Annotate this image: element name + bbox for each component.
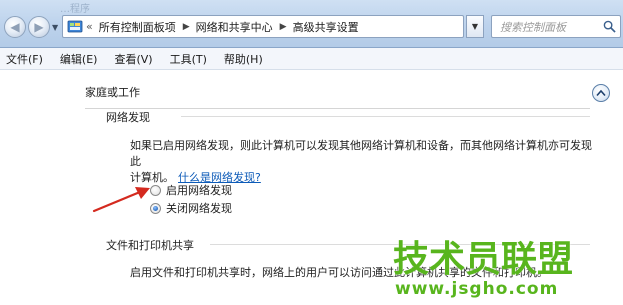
collapse-section-button[interactable]: [592, 84, 610, 102]
menu-tools[interactable]: 工具(T): [170, 51, 207, 67]
radio-label: 启用网络发现: [166, 184, 232, 197]
back-button[interactable]: ◀: [4, 16, 26, 38]
address-overflow-chevron[interactable]: «: [86, 20, 93, 33]
menu-bar: 文件(F) 编辑(E) 查看(V) 工具(T) 帮助(H): [0, 48, 623, 70]
watermark-url: www.jsgho.com: [395, 279, 559, 299]
menu-view[interactable]: 查看(V): [114, 51, 152, 67]
search-placeholder: 搜索控制面板: [500, 20, 566, 34]
search-input[interactable]: 搜索控制面板: [491, 15, 621, 38]
radio-enable-network-discovery[interactable]: 启用网络发现: [150, 182, 232, 198]
description-line: 如果已启用网络发现，则此计算机可以发现其他网络计算机和设备，而其他网络计算机亦可…: [130, 139, 592, 168]
forward-button[interactable]: ▶: [28, 16, 50, 38]
radio-label: 关闭网络发现: [166, 202, 232, 215]
menu-help[interactable]: 帮助(H): [224, 51, 263, 67]
section-divider: [85, 108, 590, 109]
menu-file[interactable]: 文件(F): [6, 51, 43, 67]
window-title: …程序: [60, 4, 90, 15]
address-bar[interactable]: « 所有控制面板项 ▶ 网络和共享中心 ▶ 高级共享设置: [62, 15, 464, 38]
radio-disable-network-discovery[interactable]: 关闭网络发现: [150, 200, 232, 216]
chevron-up-icon: [596, 89, 606, 97]
profile-section-title: 家庭或工作: [85, 86, 140, 99]
watermark-title: 技术员联盟: [393, 239, 574, 280]
address-history-dropdown[interactable]: ▼: [466, 15, 484, 38]
breadcrumb-network-center[interactable]: 网络和共享中心: [196, 19, 273, 35]
file-sharing-heading: 文件和打印机共享: [106, 239, 194, 252]
menu-edit[interactable]: 编辑(E): [60, 51, 98, 67]
breadcrumb-control-panel[interactable]: 所有控制面板项: [99, 19, 176, 35]
breadcrumb-separator-icon[interactable]: ▶: [280, 22, 287, 32]
subsection-divider: [181, 116, 590, 117]
red-arrow-annotation-icon: [92, 187, 150, 213]
search-icon[interactable]: [603, 20, 616, 33]
breadcrumb-separator-icon[interactable]: ▶: [183, 22, 190, 32]
arrow-left-icon: ◀: [10, 20, 20, 34]
breadcrumb-advanced-sharing[interactable]: 高级共享设置: [293, 19, 359, 35]
network-discovery-heading: 网络发现: [106, 111, 150, 124]
network-discovery-description: 如果已启用网络发现，则此计算机可以发现其他网络计算机和设备，而其他网络计算机亦可…: [130, 138, 600, 186]
recent-pages-dropdown[interactable]: ▼: [52, 23, 58, 32]
title-bar: …程序 ◀ ▶ ▼ « 所有控制面板项 ▶ 网络和共享中心 ▶ 高级共享设置 ▼…: [0, 0, 623, 48]
arrow-right-icon: ▶: [34, 20, 44, 34]
control-panel-icon: [67, 20, 83, 32]
